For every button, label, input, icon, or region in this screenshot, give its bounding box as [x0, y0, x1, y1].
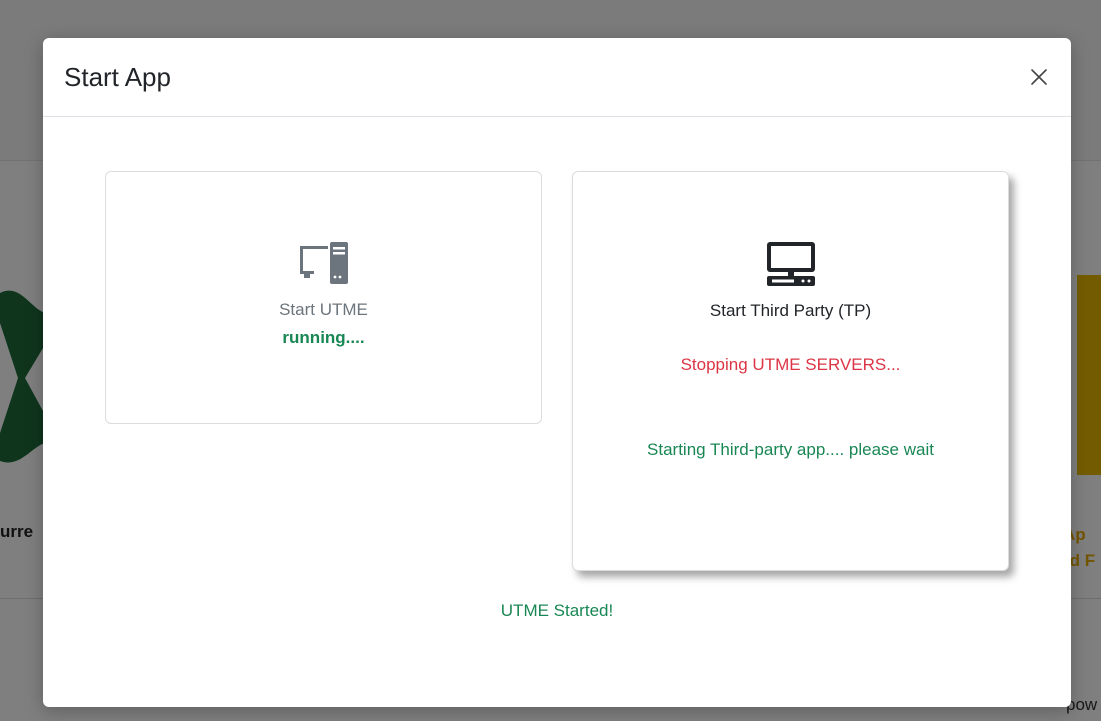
- desktop-computer-icon: [767, 242, 815, 286]
- start-utme-card[interactable]: Start UTME running....: [105, 171, 542, 424]
- starting-third-party-status: Starting Third-party app.... please wait: [647, 440, 934, 459]
- stopping-utme-servers-status: Stopping UTME SERVERS...: [680, 355, 901, 374]
- utme-running-status: running....: [282, 328, 365, 347]
- modal-title: Start App: [64, 62, 171, 92]
- utme-started-message: UTME Started!: [500, 601, 614, 620]
- server-computer-icon: [300, 242, 348, 284]
- start-utme-label: Start UTME: [279, 300, 368, 319]
- start-third-party-card[interactable]: Start Third Party (TP) Stopping UTME SER…: [572, 171, 1009, 571]
- start-third-party-label: Start Third Party (TP): [709, 301, 872, 320]
- modal-header: Start App: [43, 38, 1071, 117]
- start-app-modal: Start App Start UTME running.... Start T…: [43, 38, 1071, 707]
- close-icon[interactable]: [1027, 65, 1051, 89]
